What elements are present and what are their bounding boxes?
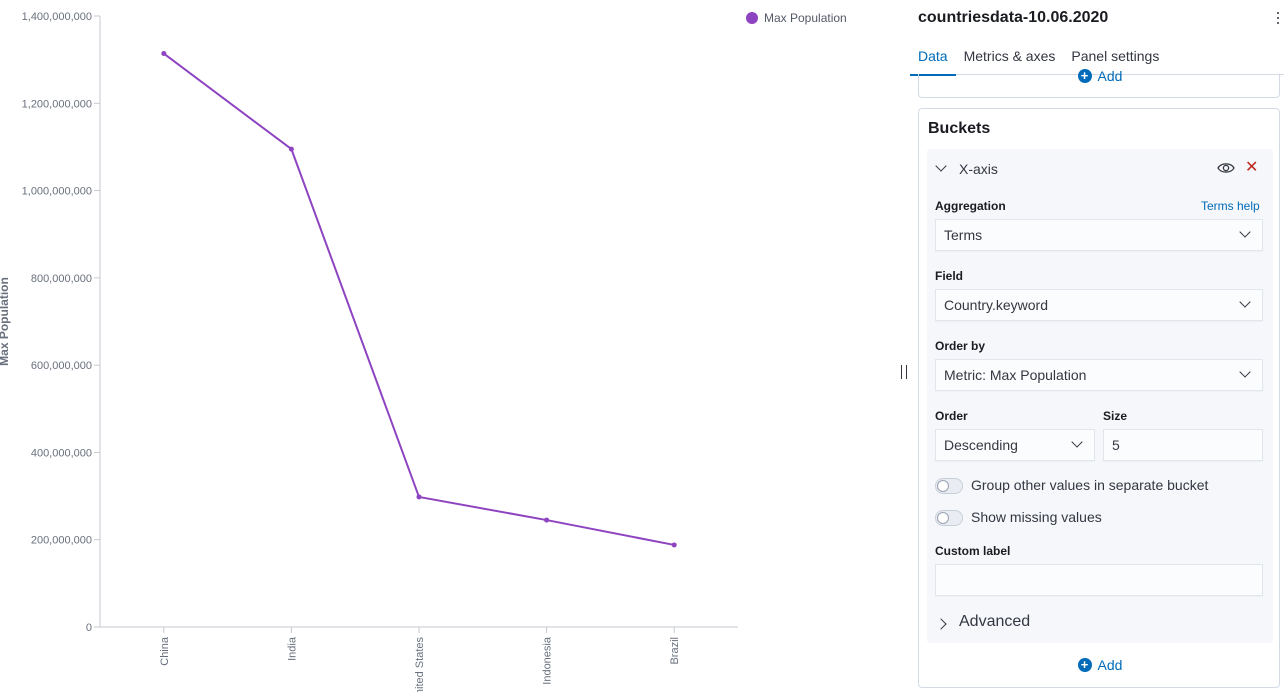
buckets-card: Buckets X-axis ✕ Aggregation Terms help … (918, 108, 1280, 688)
line-chart: 0 200,000,000 400,000,000 600,000,000 800,00… (0, 11, 738, 692)
metrics-card: + Add (918, 68, 1280, 98)
order-by-value: Metric: Max Population (944, 367, 1087, 383)
show-missing-toggle[interactable] (935, 510, 963, 526)
data-point (416, 494, 422, 500)
x-tick-label: China (159, 636, 171, 666)
chart-area: 0 200,000,000 400,000,000 600,000,000 800,00… (0, 0, 900, 692)
chart-legend[interactable]: Max Population (746, 11, 847, 25)
field-label: Field (935, 269, 964, 283)
y-tick-label: 1,000,000,000 (22, 186, 92, 198)
x-tick-label: Indonesia (542, 636, 554, 685)
chevron-down-icon[interactable] (935, 160, 947, 172)
y-tick-label: 600,000,000 (31, 360, 92, 372)
y-tick-label: 400,000,000 (31, 447, 92, 459)
x-tick-label: India (286, 636, 298, 661)
y-tick-label: 0 (86, 622, 92, 634)
size-value: 5 (1112, 437, 1120, 453)
data-point (161, 51, 167, 57)
y-axis-title: Max Population (0, 277, 11, 366)
group-other-label: Group other values in separate bucket (971, 477, 1209, 493)
size-input[interactable]: 5 (1103, 429, 1263, 461)
add-bucket-label: Add (1097, 657, 1123, 673)
order-value: Descending (944, 437, 1018, 453)
data-point (671, 542, 677, 548)
chevron-right-icon[interactable] (935, 618, 947, 630)
more-options-icon[interactable] (1276, 12, 1280, 26)
chevron-down-icon (1239, 226, 1251, 238)
buckets-title: Buckets (928, 120, 991, 137)
custom-label-label: Custom label (935, 544, 1011, 558)
legend-label: Max Population (764, 11, 847, 25)
panel-resize-handle[interactable] (901, 365, 907, 379)
size-label: Size (1103, 409, 1128, 423)
order-by-select[interactable]: Metric: Max Population (935, 359, 1263, 391)
field-select[interactable]: Country.keyword (935, 289, 1263, 321)
order-label: Order (935, 409, 968, 423)
advanced-toggle[interactable]: Advanced (959, 613, 1030, 631)
bucket-header[interactable]: X-axis ✕ (927, 149, 1273, 189)
custom-label-input[interactable] (935, 564, 1263, 596)
bucket-name: X-axis (959, 161, 998, 177)
y-tick-label: 1,200,000,000 (22, 98, 92, 110)
chevron-down-icon (1239, 296, 1251, 308)
field-value: Country.keyword (944, 297, 1049, 313)
aggregation-select[interactable]: Terms (935, 219, 1263, 251)
series-line (163, 52, 675, 546)
order-select[interactable]: Descending (935, 429, 1095, 461)
chevron-down-icon (1071, 436, 1083, 448)
aggregation-label: Aggregation (935, 199, 1006, 213)
add-metric-button[interactable]: + Add (919, 68, 1281, 84)
order-by-label: Order by (935, 339, 986, 353)
plus-circle-icon: + (1077, 658, 1092, 672)
legend-color-dot (746, 12, 758, 24)
close-icon[interactable]: ✕ (1245, 160, 1258, 176)
y-tick-label: 1,400,000,000 (22, 11, 92, 23)
x-tick-label: Brazil (669, 637, 681, 665)
eye-icon[interactable] (1217, 161, 1235, 175)
chevron-down-icon (1239, 366, 1251, 378)
data-point (544, 517, 550, 523)
terms-help-link[interactable]: Terms help (1201, 199, 1260, 213)
add-bucket-button[interactable]: + Add (919, 657, 1281, 673)
add-metric-label: Add (1097, 68, 1123, 84)
plus-circle-icon: + (1077, 69, 1092, 83)
group-other-toggle[interactable] (935, 478, 963, 494)
y-tick-label: 800,000,000 (31, 273, 92, 285)
show-missing-label: Show missing values (971, 509, 1102, 525)
aggregation-value: Terms (944, 227, 983, 243)
y-tick-label: 200,000,000 (31, 535, 92, 547)
data-point (288, 146, 294, 152)
x-tick-label: United States (414, 637, 426, 692)
x-axis-bucket: X-axis ✕ Aggregation Terms help Terms Fi… (927, 149, 1273, 643)
editor-sidebar: countriesdata-10.06.2020 Data Metrics & … (910, 0, 1284, 692)
index-pattern-title: countriesdata-10.06.2020 (918, 9, 1109, 26)
